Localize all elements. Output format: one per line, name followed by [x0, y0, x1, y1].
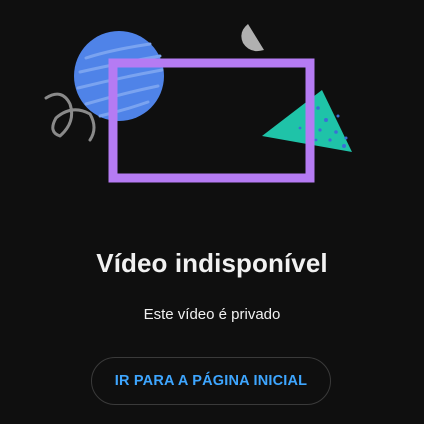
unavailable-illustration: [0, 0, 424, 200]
gray-half-circle-shape: [241, 24, 264, 52]
private-video-message: Este vídeo é privado: [143, 306, 281, 323]
go-to-home-button[interactable]: IR PARA A PÁGINA INICIAL: [91, 357, 331, 405]
page-title: Vídeo indisponível: [96, 248, 328, 278]
video-unavailable-page: Vídeo indisponível Este vídeo é privado …: [0, 0, 424, 424]
blue-circle-shape: [74, 31, 164, 121]
